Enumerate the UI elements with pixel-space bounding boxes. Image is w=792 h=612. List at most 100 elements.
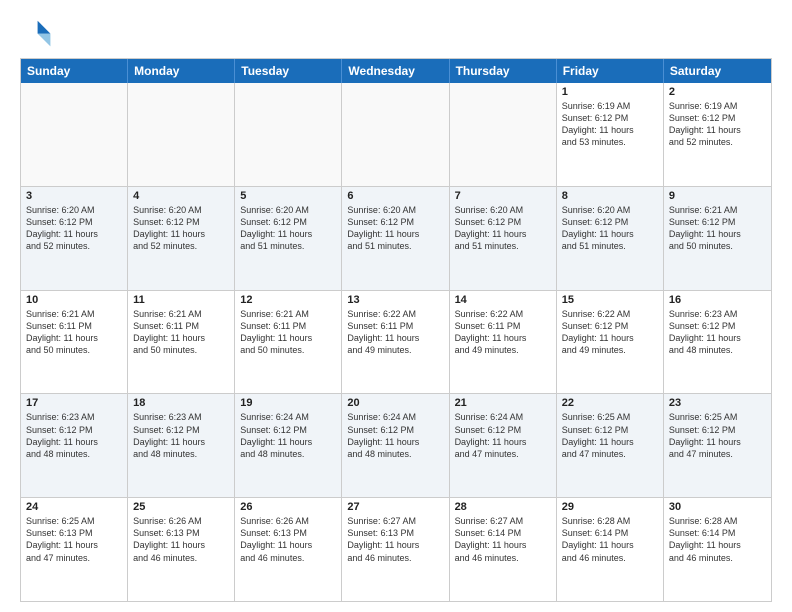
day-info: Sunrise: 6:22 AM Sunset: 6:12 PM Dayligh… bbox=[562, 308, 658, 357]
calendar-cell bbox=[450, 83, 557, 186]
cal-header-day: Monday bbox=[128, 59, 235, 83]
calendar-body: 1 Sunrise: 6:19 AM Sunset: 6:12 PM Daylig… bbox=[21, 83, 771, 601]
calendar-cell: 29 Sunrise: 6:28 AM Sunset: 6:14 PM Dayli… bbox=[557, 498, 664, 601]
day-info: Sunrise: 6:26 AM Sunset: 6:13 PM Dayligh… bbox=[240, 515, 336, 564]
day-info: Sunrise: 6:22 AM Sunset: 6:11 PM Dayligh… bbox=[455, 308, 551, 357]
day-number: 18 bbox=[133, 397, 229, 409]
day-number: 8 bbox=[562, 190, 658, 202]
day-info: Sunrise: 6:21 AM Sunset: 6:12 PM Dayligh… bbox=[669, 204, 766, 253]
day-info: Sunrise: 6:27 AM Sunset: 6:14 PM Dayligh… bbox=[455, 515, 551, 564]
day-info: Sunrise: 6:28 AM Sunset: 6:14 PM Dayligh… bbox=[562, 515, 658, 564]
day-info: Sunrise: 6:20 AM Sunset: 6:12 PM Dayligh… bbox=[562, 204, 658, 253]
calendar-cell: 15 Sunrise: 6:22 AM Sunset: 6:12 PM Dayli… bbox=[557, 291, 664, 394]
logo-icon bbox=[20, 16, 52, 48]
cal-header-day: Wednesday bbox=[342, 59, 449, 83]
calendar-cell bbox=[128, 83, 235, 186]
day-info: Sunrise: 6:19 AM Sunset: 6:12 PM Dayligh… bbox=[562, 100, 658, 149]
day-number: 14 bbox=[455, 294, 551, 306]
calendar-cell: 10Sunrise: 6:21 AM Sunset: 6:11 PM Dayli… bbox=[21, 291, 128, 394]
calendar-cell: 19Sunrise: 6:24 AM Sunset: 6:12 PM Dayli… bbox=[235, 394, 342, 497]
calendar-cell: 24 Sunrise: 6:25 AM Sunset: 6:13 PM Dayli… bbox=[21, 498, 128, 601]
calendar-header: SundayMondayTuesdayWednesdayThursdayFrid… bbox=[21, 59, 771, 83]
day-number: 23 bbox=[669, 397, 766, 409]
calendar: SundayMondayTuesdayWednesdayThursdayFrid… bbox=[20, 58, 772, 602]
calendar-cell bbox=[342, 83, 449, 186]
calendar-row: 1 Sunrise: 6:19 AM Sunset: 6:12 PM Daylig… bbox=[21, 83, 771, 186]
day-number: 22 bbox=[562, 397, 658, 409]
day-number: 1 bbox=[562, 86, 658, 98]
calendar-row: 17 Sunrise: 6:23 AM Sunset: 6:12 PM Dayli… bbox=[21, 393, 771, 497]
calendar-row: 10Sunrise: 6:21 AM Sunset: 6:11 PM Dayli… bbox=[21, 290, 771, 394]
day-number: 24 bbox=[26, 501, 122, 513]
day-number: 13 bbox=[347, 294, 443, 306]
cal-header-day: Thursday bbox=[450, 59, 557, 83]
calendar-cell: 14 Sunrise: 6:22 AM Sunset: 6:11 PM Dayli… bbox=[450, 291, 557, 394]
calendar-cell: 16 Sunrise: 6:23 AM Sunset: 6:12 PM Dayli… bbox=[664, 291, 771, 394]
day-number: 12 bbox=[240, 294, 336, 306]
day-number: 25 bbox=[133, 501, 229, 513]
calendar-cell bbox=[21, 83, 128, 186]
calendar-row: 24 Sunrise: 6:25 AM Sunset: 6:13 PM Dayli… bbox=[21, 497, 771, 601]
cal-header-day: Saturday bbox=[664, 59, 771, 83]
day-number: 5 bbox=[240, 190, 336, 202]
day-number: 30 bbox=[669, 501, 766, 513]
calendar-cell: 12Sunrise: 6:21 AM Sunset: 6:11 PM Dayli… bbox=[235, 291, 342, 394]
calendar-cell: 22 Sunrise: 6:25 AM Sunset: 6:12 PM Dayli… bbox=[557, 394, 664, 497]
day-info: Sunrise: 6:22 AM Sunset: 6:11 PM Dayligh… bbox=[347, 308, 443, 357]
calendar-cell: 21 Sunrise: 6:24 AM Sunset: 6:12 PM Dayli… bbox=[450, 394, 557, 497]
day-info: Sunrise: 6:23 AM Sunset: 6:12 PM Dayligh… bbox=[26, 411, 122, 460]
day-info: Sunrise: 6:20 AM Sunset: 6:12 PM Dayligh… bbox=[133, 204, 229, 253]
day-info: Sunrise: 6:20 AM Sunset: 6:12 PM Dayligh… bbox=[455, 204, 551, 253]
calendar-cell: 25Sunrise: 6:26 AM Sunset: 6:13 PM Dayli… bbox=[128, 498, 235, 601]
calendar-cell: 28Sunrise: 6:27 AM Sunset: 6:14 PM Dayli… bbox=[450, 498, 557, 601]
calendar-cell: 6 Sunrise: 6:20 AM Sunset: 6:12 PM Daylig… bbox=[342, 187, 449, 290]
calendar-cell: 2 Sunrise: 6:19 AM Sunset: 6:12 PM Daylig… bbox=[664, 83, 771, 186]
calendar-cell: 3 Sunrise: 6:20 AM Sunset: 6:12 PM Daylig… bbox=[21, 187, 128, 290]
logo bbox=[20, 16, 56, 48]
calendar-cell: 7 Sunrise: 6:20 AM Sunset: 6:12 PM Daylig… bbox=[450, 187, 557, 290]
day-info: Sunrise: 6:23 AM Sunset: 6:12 PM Dayligh… bbox=[669, 308, 766, 357]
calendar-cell: 30 Sunrise: 6:28 AM Sunset: 6:14 PM Dayli… bbox=[664, 498, 771, 601]
day-number: 3 bbox=[26, 190, 122, 202]
calendar-cell: 8 Sunrise: 6:20 AM Sunset: 6:12 PM Daylig… bbox=[557, 187, 664, 290]
day-info: Sunrise: 6:28 AM Sunset: 6:14 PM Dayligh… bbox=[669, 515, 766, 564]
day-number: 21 bbox=[455, 397, 551, 409]
page: SundayMondayTuesdayWednesdayThursdayFrid… bbox=[0, 0, 792, 612]
calendar-cell: 27 Sunrise: 6:27 AM Sunset: 6:13 PM Dayli… bbox=[342, 498, 449, 601]
calendar-cell bbox=[235, 83, 342, 186]
day-info: Sunrise: 6:25 AM Sunset: 6:12 PM Dayligh… bbox=[562, 411, 658, 460]
day-info: Sunrise: 6:27 AM Sunset: 6:13 PM Dayligh… bbox=[347, 515, 443, 564]
day-info: Sunrise: 6:20 AM Sunset: 6:12 PM Dayligh… bbox=[26, 204, 122, 253]
calendar-cell: 13 Sunrise: 6:22 AM Sunset: 6:11 PM Dayli… bbox=[342, 291, 449, 394]
day-number: 11 bbox=[133, 294, 229, 306]
cal-header-day: Sunday bbox=[21, 59, 128, 83]
day-info: Sunrise: 6:25 AM Sunset: 6:12 PM Dayligh… bbox=[669, 411, 766, 460]
day-number: 16 bbox=[669, 294, 766, 306]
calendar-cell: 11 Sunrise: 6:21 AM Sunset: 6:11 PM Dayli… bbox=[128, 291, 235, 394]
day-info: Sunrise: 6:20 AM Sunset: 6:12 PM Dayligh… bbox=[347, 204, 443, 253]
day-info: Sunrise: 6:23 AM Sunset: 6:12 PM Dayligh… bbox=[133, 411, 229, 460]
day-info: Sunrise: 6:21 AM Sunset: 6:11 PM Dayligh… bbox=[133, 308, 229, 357]
day-number: 15 bbox=[562, 294, 658, 306]
calendar-cell: 5Sunrise: 6:20 AM Sunset: 6:12 PM Daylig… bbox=[235, 187, 342, 290]
day-number: 9 bbox=[669, 190, 766, 202]
day-number: 26 bbox=[240, 501, 336, 513]
calendar-cell: 26 Sunrise: 6:26 AM Sunset: 6:13 PM Dayli… bbox=[235, 498, 342, 601]
day-number: 7 bbox=[455, 190, 551, 202]
calendar-row: 3 Sunrise: 6:20 AM Sunset: 6:12 PM Daylig… bbox=[21, 186, 771, 290]
day-number: 29 bbox=[562, 501, 658, 513]
day-number: 27 bbox=[347, 501, 443, 513]
calendar-cell: 18 Sunrise: 6:23 AM Sunset: 6:12 PM Dayli… bbox=[128, 394, 235, 497]
day-info: Sunrise: 6:24 AM Sunset: 6:12 PM Dayligh… bbox=[455, 411, 551, 460]
day-info: Sunrise: 6:24 AM Sunset: 6:12 PM Dayligh… bbox=[347, 411, 443, 460]
day-number: 2 bbox=[669, 86, 766, 98]
day-info: Sunrise: 6:19 AM Sunset: 6:12 PM Dayligh… bbox=[669, 100, 766, 149]
header bbox=[20, 16, 772, 48]
day-number: 20 bbox=[347, 397, 443, 409]
day-info: Sunrise: 6:24 AM Sunset: 6:12 PM Dayligh… bbox=[240, 411, 336, 460]
calendar-cell: 20 Sunrise: 6:24 AM Sunset: 6:12 PM Dayli… bbox=[342, 394, 449, 497]
day-info: Sunrise: 6:25 AM Sunset: 6:13 PM Dayligh… bbox=[26, 515, 122, 564]
day-number: 17 bbox=[26, 397, 122, 409]
day-info: Sunrise: 6:21 AM Sunset: 6:11 PM Dayligh… bbox=[26, 308, 122, 357]
day-number: 6 bbox=[347, 190, 443, 202]
